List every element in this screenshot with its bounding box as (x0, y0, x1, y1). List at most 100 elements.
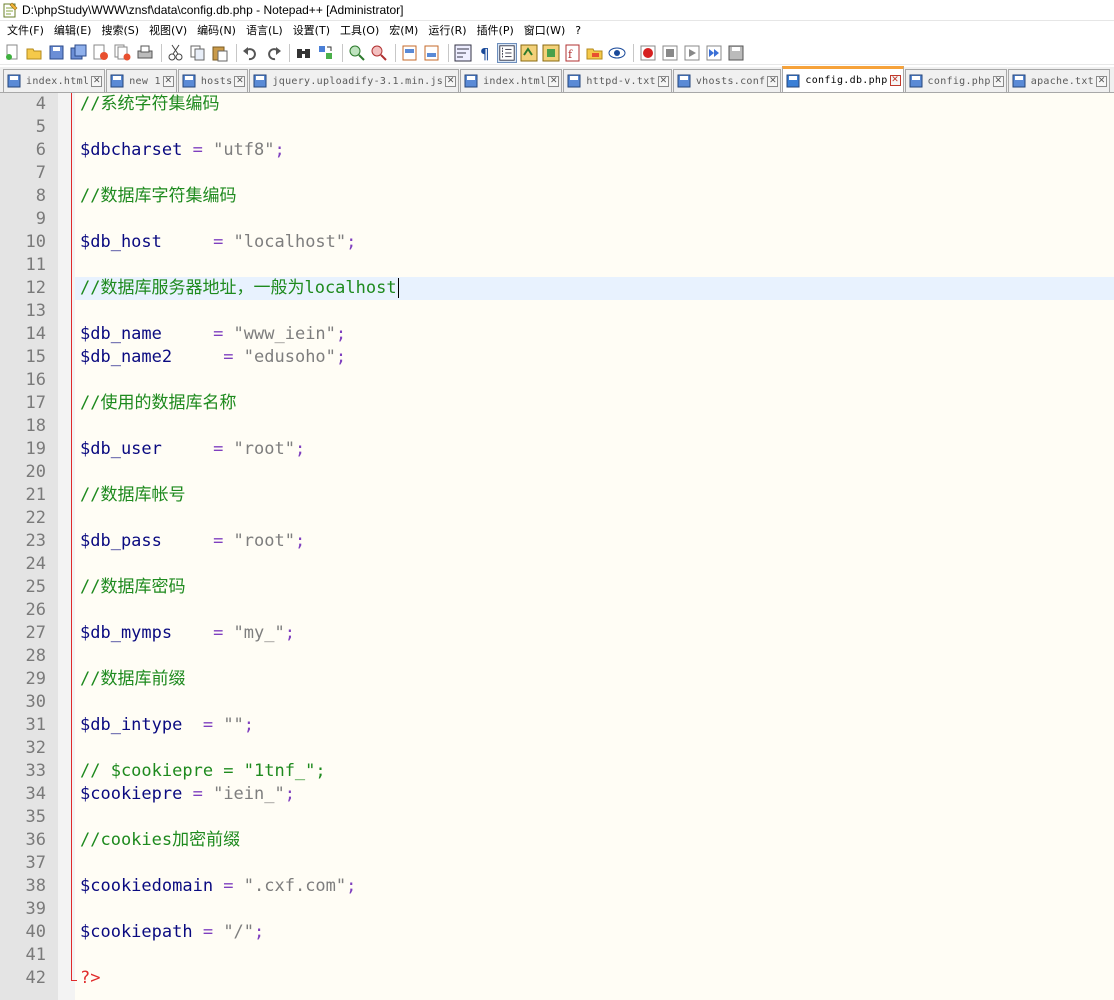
notepad-app-icon[interactable] (2, 2, 18, 18)
close-tab-icon[interactable]: ✕ (1095, 75, 1107, 87)
code-line[interactable]: 21 //数据库帐号 (0, 484, 1039, 507)
code-line[interactable]: 7 (0, 162, 1039, 185)
menu-item[interactable]: 编码(N) (192, 21, 241, 41)
menu-item[interactable]: 插件(P) (472, 21, 519, 41)
code-line[interactable]: 31 $db_intype = ""; (0, 714, 1039, 737)
word-wrap-button[interactable] (453, 43, 473, 63)
code-line[interactable]: 17 //使用的数据库名称 (0, 392, 1039, 415)
close-tab-icon[interactable]: ✕ (992, 75, 1004, 87)
close-tab-icon[interactable]: ✕ (548, 75, 560, 87)
menu-item[interactable]: 语言(L) (241, 21, 288, 41)
code-line[interactable]: 33 // $cookiepre = "1tnf_"; (0, 760, 1039, 783)
menu-item[interactable]: ? (570, 21, 586, 41)
code-line[interactable]: 24 (0, 553, 1039, 576)
code-line[interactable]: 15 $db_name2 = "edusoho"; (0, 346, 1039, 369)
menu-item[interactable]: 设置(T) (288, 21, 335, 41)
code-line[interactable]: 35 (0, 806, 1039, 829)
replace-button[interactable] (316, 43, 336, 63)
code-line[interactable]: 16 (0, 369, 1039, 392)
close-tab-icon[interactable]: ✕ (445, 75, 457, 87)
zoom-in-button[interactable] (347, 43, 367, 63)
code-line[interactable]: 38 $cookiedomain = ".cxf.com"; (0, 875, 1039, 898)
code-line[interactable]: 32 (0, 737, 1039, 760)
tab-active-document[interactable]: config.db.php ✕ (782, 66, 904, 92)
folder-workspace-button[interactable] (585, 43, 605, 63)
code-line[interactable]: 19 $db_user = "root"; (0, 438, 1039, 461)
menu-item[interactable]: 视图(V) (144, 21, 192, 41)
code-line[interactable]: 23 $db_pass = "root"; (0, 530, 1039, 553)
tab-document[interactable]: index.html ✕ (3, 69, 106, 92)
code-line[interactable]: 5 (0, 116, 1039, 139)
code-line[interactable]: 26 (0, 599, 1039, 622)
code-line[interactable]: 4 //系统字符集编码 (0, 93, 1039, 116)
save-macro-button[interactable] (726, 43, 746, 63)
code-line[interactable]: 29 //数据库前缀 (0, 668, 1039, 691)
menu-item[interactable]: 编辑(E) (49, 21, 97, 41)
monitor-button[interactable] (607, 43, 627, 63)
code-line[interactable]: 25 //数据库密码 (0, 576, 1039, 599)
play-macro-button[interactable] (682, 43, 702, 63)
tab-document[interactable]: config.php ✕ (904, 69, 1007, 92)
save-button[interactable] (47, 43, 67, 63)
code-line[interactable]: 40 $cookiepath = "/"; (0, 921, 1039, 944)
menu-item[interactable]: 搜索(S) (96, 21, 144, 41)
code-line[interactable]: 20 (0, 461, 1039, 484)
undo-button[interactable] (241, 43, 261, 63)
code-line[interactable]: 6 $dbcharset = "utf8"; (0, 139, 1039, 162)
tab-document[interactable]: vhosts.conf ✕ (672, 69, 782, 92)
copy-button[interactable] (188, 43, 208, 63)
code-line[interactable]: 14 $db_name = "www_iein"; (0, 323, 1039, 346)
code-line[interactable]: 9 (0, 208, 1039, 231)
code-line[interactable]: 10 $db_host = "localhost"; (0, 231, 1039, 254)
code-line[interactable]: 12 //数据库服务器地址，一般为localhost (26, 277, 1114, 300)
code-line[interactable]: 28 (0, 645, 1039, 668)
menu-item[interactable]: 运行(R) (423, 21, 471, 41)
run-macro-multiple-button[interactable] (704, 43, 724, 63)
close-tab-icon[interactable]: ✕ (889, 75, 901, 86)
tab-document[interactable]: index.html ✕ (460, 69, 563, 92)
close-all-button[interactable] (113, 43, 133, 63)
cut-button[interactable] (166, 43, 186, 63)
sync-v-button[interactable] (400, 43, 420, 63)
code-line[interactable]: 41 (0, 944, 1039, 967)
code-line[interactable]: 27 $db_mymps = "my_"; (0, 622, 1039, 645)
code-line[interactable]: 22 (0, 507, 1039, 530)
print-button[interactable] (135, 43, 155, 63)
code-line[interactable]: 42 ?> (0, 967, 1039, 990)
code-line[interactable]: 39 (0, 898, 1039, 921)
code-line[interactable]: 8 //数据库字符集编码 (0, 185, 1039, 208)
function-list-button[interactable]: f (563, 43, 583, 63)
indent-guide-button[interactable] (497, 42, 517, 63)
code-line[interactable]: 30 (0, 691, 1039, 714)
sync-h-button[interactable] (422, 43, 442, 63)
code-line[interactable]: 34 $cookiepre = "iein_"; (0, 783, 1039, 806)
close-tab-icon[interactable]: ✕ (657, 75, 669, 87)
menu-item[interactable]: 宏(M) (384, 21, 423, 41)
tab-document[interactable]: apache.txt ✕ (1007, 69, 1110, 92)
record-macro-button[interactable] (638, 43, 658, 63)
paste-button[interactable] (210, 43, 230, 63)
tab-document[interactable]: hosts ✕ (177, 69, 249, 92)
menu-item[interactable]: 窗口(W) (519, 21, 570, 41)
code-editor[interactable]: 4 //系统字符集编码 5 6 $dbcharset = "utf8"; 7 8 //数据库字… (0, 93, 1114, 1000)
close-tab-icon[interactable]: ✕ (91, 75, 103, 87)
code-line[interactable]: 13 (0, 300, 1039, 323)
tab-document[interactable]: httpd-v.txt ✕ (563, 69, 672, 92)
close-tab-icon[interactable]: ✕ (767, 75, 779, 87)
code-line[interactable]: 36 //cookies加密前缀 (0, 829, 1039, 852)
close-button[interactable] (91, 43, 111, 63)
find-button[interactable] (294, 43, 314, 63)
close-tab-icon[interactable]: ✕ (162, 75, 174, 87)
user-lang-button[interactable] (519, 43, 539, 63)
show-all-chars-button[interactable]: ¶ (475, 43, 495, 63)
menu-item[interactable]: 文件(F) (2, 21, 49, 41)
new-file-button[interactable] (3, 43, 23, 63)
code-line[interactable]: 11 (0, 254, 1039, 277)
code-line[interactable]: 37 (0, 852, 1039, 875)
tab-document[interactable]: jquery.uploadify-3.1.min.js ✕ (249, 69, 460, 92)
close-tab-icon[interactable]: ✕ (234, 75, 246, 87)
open-file-button[interactable] (25, 43, 45, 63)
stop-macro-button[interactable] (660, 43, 680, 63)
zoom-out-button[interactable] (369, 43, 389, 63)
menu-item[interactable]: 工具(O) (335, 21, 384, 41)
